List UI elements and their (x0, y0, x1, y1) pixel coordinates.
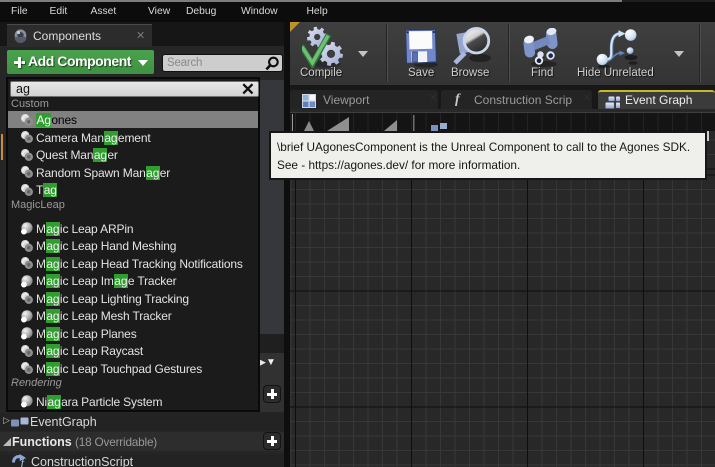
svg-text:f: f (21, 455, 27, 467)
